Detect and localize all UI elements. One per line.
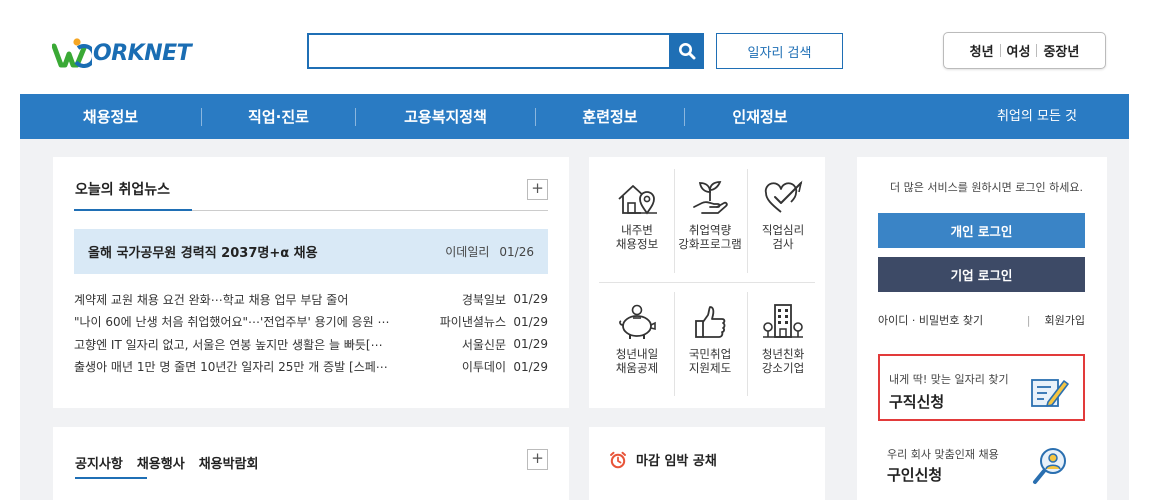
nav-item-welfare-policy[interactable]: 고용복지정책 <box>356 106 535 127</box>
main-nav: 채용정보 직업·진로 고용복지정책 훈련정보 인재정보 취업의 모든 것 <box>20 94 1129 139</box>
deadline-title: 마감 임박 공채 <box>636 454 717 469</box>
target-group-links: 청년 여성 중장년 <box>943 32 1106 69</box>
nav-item-jobs[interactable]: 채용정보 <box>20 106 201 127</box>
news-item-source: 파이낸셜뉴스 <box>439 315 506 330</box>
deadline-card: 마감 임박 공채 <box>589 427 825 500</box>
promo-title: 구인신청 <box>887 466 943 484</box>
promo-title: 구직신청 <box>889 393 945 411</box>
news-item-date: 01/29 <box>513 337 548 352</box>
worknet-logo[interactable]: ORKNET <box>52 38 192 68</box>
news-item-source: 서울신문 <box>461 337 506 352</box>
divider <box>599 282 815 283</box>
service-nearby-jobs[interactable]: 내주변 채용정보 <box>601 179 673 251</box>
service-label: 청년친화 강소기업 <box>761 347 805 375</box>
group-link-middle-aged[interactable]: 중장년 <box>1037 41 1085 60</box>
service-label: 내주변 채용정보 <box>615 223 659 251</box>
notice-more-button[interactable]: + <box>527 449 548 470</box>
company-login-button[interactable]: 기업 로그인 <box>878 257 1085 292</box>
group-link-youth[interactable]: 청년 <box>964 41 1000 60</box>
service-label: 취업역량 강화프로그램 <box>678 223 742 251</box>
news-item-source: 경북일보 <box>461 292 506 307</box>
news-item-source: 이투데이 <box>461 360 506 375</box>
personal-login-button[interactable]: 개인 로그인 <box>878 213 1085 248</box>
sign-up-link[interactable]: 회원가입 <box>1045 312 1085 328</box>
login-card: 더 많은 서비스를 원하시면 로그인 하세요. 개인 로그인 기업 로그인 아이… <box>857 157 1107 500</box>
news-card: 오늘의 취업뉴스 + 올해 국가공무원 경력직 2037명+α 채용 이데일리 … <box>53 157 569 408</box>
promo-subtitle: 우리 회사 맞춤인재 채용 <box>887 448 999 461</box>
person-search-icon <box>1033 448 1066 484</box>
news-item[interactable]: "나이 60에 난생 처음 취업했어요"⋯'전업주부' 용기에 응원 ⋯ 파이낸… <box>74 311 548 334</box>
service-youth-friendly-company[interactable]: 청년친화 강소기업 <box>747 303 819 375</box>
nav-all-about-jobs[interactable]: 취업의 모든 것 <box>997 94 1077 139</box>
search-bar <box>307 33 704 69</box>
news-headline[interactable]: 올해 국가공무원 경력직 2037명+α 채용 이데일리 01/26 <box>74 229 548 274</box>
news-title[interactable]: 오늘의 취업뉴스 <box>75 179 170 199</box>
news-item-date: 01/29 <box>513 359 548 374</box>
news-item-title: 계약제 교원 채용 요건 완화⋯학교 채용 업무 부담 줄어 <box>74 292 349 307</box>
active-tab-indicator <box>74 209 192 211</box>
news-item-date: 01/29 <box>513 314 548 329</box>
heart-check-icon <box>764 180 803 213</box>
services-card: 내주변 채용정보 취업역량 강화프로그램 직업심리 검사 청년내일 채움공제 국… <box>589 157 825 408</box>
tab-recruit-events[interactable]: 채용행사 <box>137 453 185 472</box>
job-search-button[interactable]: 일자리 검색 <box>716 33 843 69</box>
employer-application[interactable]: 우리 회사 맞춤인재 채용 구인신청 <box>878 434 1085 500</box>
search-button[interactable] <box>669 33 704 69</box>
service-psych-test[interactable]: 직업심리 검사 <box>747 179 819 251</box>
nav-item-training[interactable]: 훈련정보 <box>536 106 684 127</box>
worknet-logo-mark <box>52 38 92 68</box>
login-links: 아이디 · 비밀번호 찾기 | 회원가입 <box>878 312 1085 328</box>
news-item-title: "나이 60에 난생 처음 취업했어요"⋯'전업주부' 용기에 응원 ⋯ <box>74 315 390 330</box>
news-item-date: 01/29 <box>513 292 548 307</box>
piggy-bank-icon <box>619 304 656 339</box>
notice-card: 공지사항 채용행사 채용박람회 + <box>53 427 569 500</box>
headline-title: 올해 국가공무원 경력직 2037명+α 채용 <box>88 246 318 261</box>
service-national-employment[interactable]: 국민취업 지원제도 <box>674 303 746 375</box>
promo-subtitle: 내게 딱! 맞는 일자리 찾기 <box>889 373 1009 386</box>
house-location-icon <box>618 185 657 215</box>
job-seeker-application[interactable]: 내게 딱! 맞는 일자리 찾기 구직신청 <box>878 354 1085 421</box>
tab-job-fairs[interactable]: 채용박람회 <box>199 453 259 472</box>
search-input[interactable] <box>307 33 669 69</box>
nav-item-talent[interactable]: 인재정보 <box>685 106 835 127</box>
service-youth-savings[interactable]: 청년내일 채움공제 <box>601 303 673 375</box>
service-label: 직업심리 검사 <box>761 223 805 251</box>
notice-tabs: 공지사항 채용행사 채용박람회 <box>75 453 259 472</box>
sprout-hand-icon <box>693 181 728 214</box>
news-item[interactable]: 출생아 매년 1만 명 줄면 10년간 일자리 25만 개 증발 [스페⋯ 이투… <box>74 356 548 379</box>
logo-text: ORKNET <box>93 40 192 66</box>
active-tab-indicator <box>75 477 147 479</box>
document-pen-icon <box>1031 379 1069 407</box>
nav-item-career[interactable]: 직업·진로 <box>202 106 355 127</box>
alarm-clock-icon <box>610 451 626 468</box>
search-icon <box>678 43 695 60</box>
site-header: ORKNET 일자리 검색 청년 여성 중장년 <box>0 0 1153 94</box>
find-id-password-link[interactable]: 아이디 · 비밀번호 찾기 <box>878 312 983 328</box>
service-label: 국민취업 지원제도 <box>688 347 732 375</box>
login-message: 더 많은 서비스를 원하시면 로그인 하세요. <box>889 181 1084 194</box>
building-icon <box>763 304 803 338</box>
headline-source: 이데일리 <box>445 245 490 259</box>
group-link-women[interactable]: 여성 <box>1001 41 1037 60</box>
service-label: 청년내일 채움공제 <box>615 347 659 375</box>
news-item-title: 고향엔 IT 일자리 없고, 서울은 연봉 높지만 생활은 늘 빠듯[⋯ <box>74 337 383 352</box>
headline-date: 01/26 <box>499 244 534 259</box>
news-item[interactable]: 고향엔 IT 일자리 없고, 서울은 연봉 높지만 생활은 늘 빠듯[⋯ 서울신… <box>74 333 548 356</box>
divider: | <box>1026 313 1031 327</box>
news-item[interactable]: 계약제 교원 채용 요건 완화⋯학교 채용 업무 부담 줄어 경북일보 01/2… <box>74 288 548 311</box>
deadline-header[interactable]: 마감 임박 공채 <box>609 450 717 469</box>
news-item-title: 출생아 매년 1만 명 줄면 10년간 일자리 25만 개 증발 [스페⋯ <box>74 360 388 375</box>
news-list: 계약제 교원 채용 요건 완화⋯학교 채용 업무 부담 줄어 경북일보 01/2… <box>74 288 548 378</box>
news-more-button[interactable]: + <box>527 179 548 200</box>
tab-notices[interactable]: 공지사항 <box>75 453 123 472</box>
service-competency-program[interactable]: 취업역량 강화프로그램 <box>674 179 746 251</box>
thumbs-up-icon <box>695 306 726 338</box>
